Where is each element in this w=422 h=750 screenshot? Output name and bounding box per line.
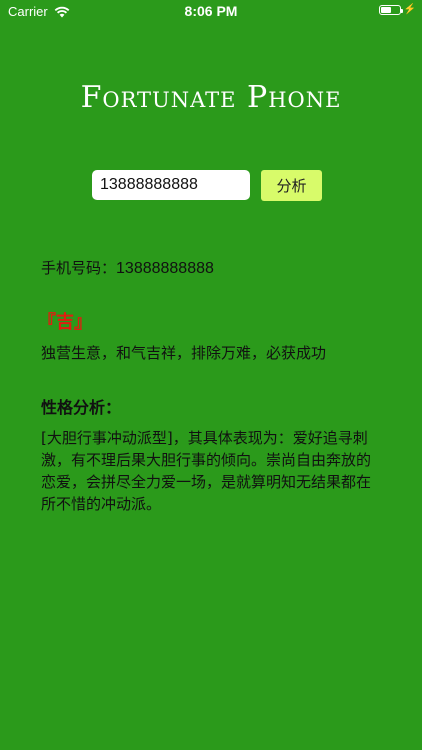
phone-result-number: 13888888888 (116, 260, 214, 277)
analyze-button[interactable]: 分析 (261, 170, 322, 201)
battery-fill (380, 7, 391, 13)
fortune-description: 独营生意，和气吉祥，排除万难，必获成功 (41, 344, 327, 362)
status-time: 8:06 PM (184, 3, 238, 19)
phone-result-label: 手机号码： (41, 259, 117, 277)
personality-heading: 性格分析： (41, 398, 122, 417)
personality-description: [大胆行事冲动派型]，其具体表现为：爱好追寻刺激，有不理后果大胆行事的倾向。崇尚… (41, 429, 372, 513)
fortune-result-title: 『吉』 (38, 312, 92, 333)
battery-icon (378, 5, 403, 15)
phone-result-line: 手机号码：13888888888 (41, 257, 214, 278)
phone-number-input[interactable] (92, 170, 250, 200)
app-title: Fortunate Phone (80, 80, 342, 115)
status-right: ⚡ (378, 4, 416, 15)
charging-bolt-icon: ⚡ (403, 4, 416, 15)
status-bar: Carrier 8:06 PM ⚡ (0, 0, 422, 24)
